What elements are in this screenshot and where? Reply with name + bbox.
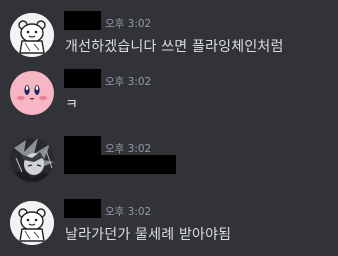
- dark-anime-character-avatar[interactable]: [10, 138, 54, 182]
- bear-doodle-avatar[interactable]: [10, 201, 54, 245]
- kirby-avatar[interactable]: [10, 71, 54, 115]
- message-timestamp: 오후 3:02: [105, 76, 152, 88]
- chat-message[interactable]: 오후 3:02 ㅋ: [0, 69, 338, 133]
- author-name-redacted[interactable]: [64, 11, 101, 30]
- chat-log: 오후 3:02 개선하겠습니다 쓰면 플라잉체인처럼 오후 3:02 ㅋ 오후 …: [0, 0, 338, 256]
- author-name-redacted[interactable]: [64, 136, 101, 155]
- author-name-redacted[interactable]: [64, 199, 101, 218]
- chat-message[interactable]: 오후 3:02 날라가던가 물세례 받아야됨: [0, 199, 338, 256]
- message-content: ㅋ: [65, 97, 79, 113]
- message-content: 날라가던가 물세례 받아야됨: [65, 227, 232, 243]
- message-timestamp: 오후 3:02: [105, 18, 152, 30]
- bear-doodle-avatar[interactable]: [10, 13, 54, 57]
- message-timestamp: 오후 3:02: [105, 206, 152, 218]
- chat-message[interactable]: 오후 3:02: [0, 136, 338, 200]
- message-timestamp: 오후 3:02: [105, 143, 152, 155]
- chat-message[interactable]: 오후 3:02 개선하겠습니다 쓰면 플라잉체인처럼: [0, 11, 338, 75]
- author-name-redacted[interactable]: [64, 69, 101, 88]
- message-content: 개선하겠습니다 쓰면 플라잉체인처럼: [65, 39, 284, 55]
- message-content-redacted: [64, 155, 176, 174]
